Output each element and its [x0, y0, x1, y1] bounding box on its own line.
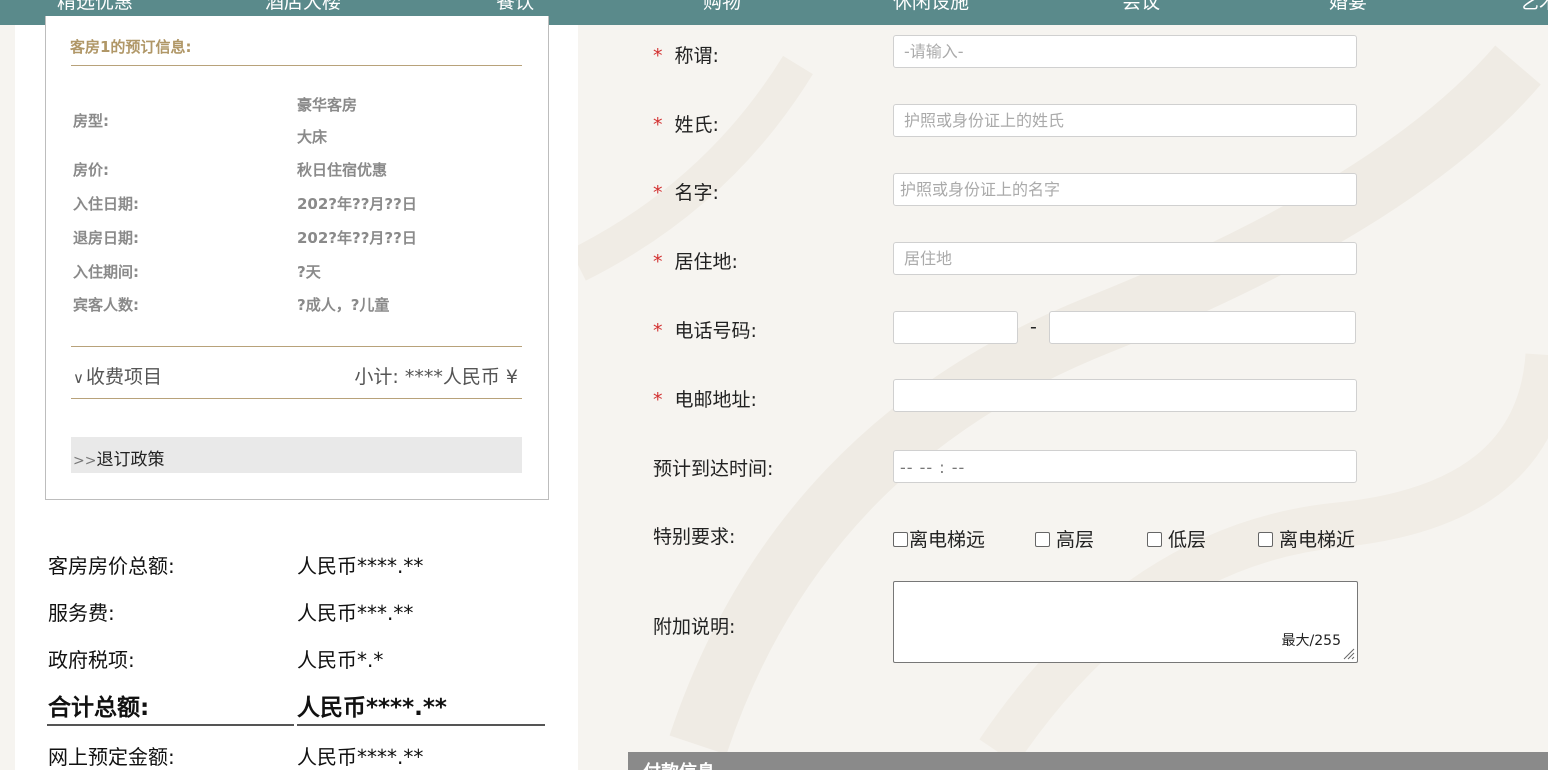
checkbox-low-floor[interactable]: 低层 — [1147, 525, 1206, 552]
checkbox-label: 离电梯近 — [1279, 529, 1356, 551]
special-requests-label: 特别要求: — [653, 526, 736, 548]
payment-section-header: 付款信息 — [628, 752, 1548, 770]
fee-items-toggle[interactable]: ∨ 收费项目 — [73, 362, 162, 389]
stay-length-label: 入住期间: — [73, 263, 139, 281]
subtotal: 小计: ****人民币 ¥ — [354, 366, 518, 388]
email-label: * 电邮地址: — [653, 385, 757, 412]
double-arrow-icon: >> — [73, 453, 97, 469]
room-price-label: 房价: — [73, 161, 109, 179]
bed-type-value: 大床 — [297, 128, 328, 146]
checkbox-near-elevator[interactable]: 离电梯近 — [1258, 525, 1355, 552]
title-label: * 称谓: — [653, 41, 719, 68]
nav-item-dining[interactable]: 餐饮 — [496, 0, 534, 14]
checkbox-label: 高层 — [1056, 529, 1095, 551]
cancellation-policy-link[interactable]: >>退订政策 — [71, 437, 522, 473]
nav-item-shopping[interactable]: 购物 — [703, 0, 741, 14]
room-price-value: 秋日住宿优惠 — [297, 161, 388, 179]
given-name-label-text: 名字: — [674, 182, 719, 204]
nav-item-leisure[interactable]: 休闲设施 — [893, 0, 969, 14]
grand-total-label: 合计总额: — [48, 695, 150, 721]
residence-label: * 居住地: — [653, 247, 738, 274]
checkbox-icon — [893, 532, 908, 547]
email-input[interactable] — [893, 379, 1357, 412]
room-total-label: 客房房价总额: — [48, 554, 175, 578]
tax-label: 政府税项: — [48, 648, 135, 672]
notes-textarea[interactable]: 最大/255 — [893, 581, 1358, 663]
checkin-label: 入住日期: — [73, 195, 139, 213]
arrival-time-input[interactable]: -- -- : -- — [893, 450, 1357, 483]
divider — [71, 346, 522, 347]
service-fee-label: 服务费: — [48, 601, 115, 625]
divider — [71, 398, 522, 399]
checkbox-icon — [1147, 532, 1162, 547]
guests-label: 宾客人数: — [73, 296, 139, 314]
checkbox-icon — [1035, 532, 1050, 547]
residence-label-text: 居住地: — [674, 251, 738, 273]
service-fee-value: 人民币***.** — [297, 601, 414, 625]
required-mark: * — [653, 320, 663, 342]
resize-grip-icon[interactable] — [1341, 646, 1355, 660]
stay-length-value: ?天 — [297, 263, 321, 281]
nav-item-weddings[interactable]: 婚宴 — [1329, 0, 1367, 14]
fee-items-label: 收费项目 — [85, 366, 162, 388]
nav-item-hotel[interactable]: 酒店大楼 — [265, 0, 341, 14]
payment-title: 付款信息 — [643, 758, 715, 770]
booking-info-box — [45, 16, 549, 500]
nav-item-offers[interactable]: 精选优惠 — [57, 0, 133, 14]
checkout-value: 202?年??月??日 — [297, 229, 417, 247]
chevron-down-icon: ∨ — [73, 369, 84, 387]
room-total-value: 人民币****.** — [297, 554, 424, 578]
phone-label: * 电话号码: — [653, 316, 757, 343]
required-mark: * — [653, 251, 663, 273]
nav-item-art[interactable]: 艺术 — [1520, 0, 1548, 14]
nav-item-meetings[interactable]: 会议 — [1122, 0, 1160, 14]
grand-total-value: 人民币****.** — [297, 695, 447, 721]
required-mark: * — [653, 182, 663, 204]
room-booking-title: 客房1的预订信息: — [70, 38, 192, 56]
surname-label: * 姓氏: — [653, 110, 719, 137]
given-name-label: * 名字: — [653, 178, 719, 205]
checkbox-far-from-elevator[interactable]: 离电梯远 — [893, 525, 985, 552]
surname-input[interactable] — [893, 104, 1357, 137]
notes-label: 附加说明: — [653, 616, 736, 638]
checkbox-high-floor[interactable]: 高层 — [1035, 525, 1094, 552]
required-mark: * — [653, 45, 663, 67]
phone-number-input[interactable] — [1049, 311, 1356, 344]
deposit-label: 网上预定金额: — [48, 745, 175, 769]
phone-label-text: 电话号码: — [674, 320, 757, 342]
checkbox-label: 离电梯远 — [909, 529, 986, 551]
checkin-value: 202?年??月??日 — [297, 195, 417, 213]
email-label-text: 电邮地址: — [674, 389, 757, 411]
checkout-label: 退房日期: — [73, 229, 139, 247]
checkbox-label: 低层 — [1168, 529, 1207, 551]
tax-value: 人民币*.* — [297, 648, 384, 672]
phone-country-code-input[interactable] — [893, 311, 1018, 344]
policy-label: 退订政策 — [96, 450, 165, 470]
title-label-text: 称谓: — [674, 45, 719, 67]
divider — [297, 724, 545, 726]
surname-label-text: 姓氏: — [674, 114, 719, 136]
required-mark: * — [653, 389, 663, 411]
phone-dash: - — [1030, 316, 1037, 338]
checkbox-icon — [1258, 532, 1273, 547]
deposit-value: 人民币****.** — [297, 745, 424, 769]
divider — [47, 724, 294, 726]
given-name-input[interactable] — [893, 173, 1357, 206]
residence-input[interactable] — [893, 242, 1357, 275]
required-mark: * — [653, 114, 663, 136]
arrival-time-label: 预计到达时间: — [653, 458, 774, 480]
char-counter: 最大/255 — [1281, 633, 1341, 649]
room-type-value: 豪华客房 — [297, 96, 358, 114]
guests-value: ?成人，?儿童 — [297, 296, 390, 314]
title-select[interactable] — [893, 35, 1357, 68]
divider — [71, 65, 522, 66]
room-type-label: 房型: — [73, 112, 109, 130]
